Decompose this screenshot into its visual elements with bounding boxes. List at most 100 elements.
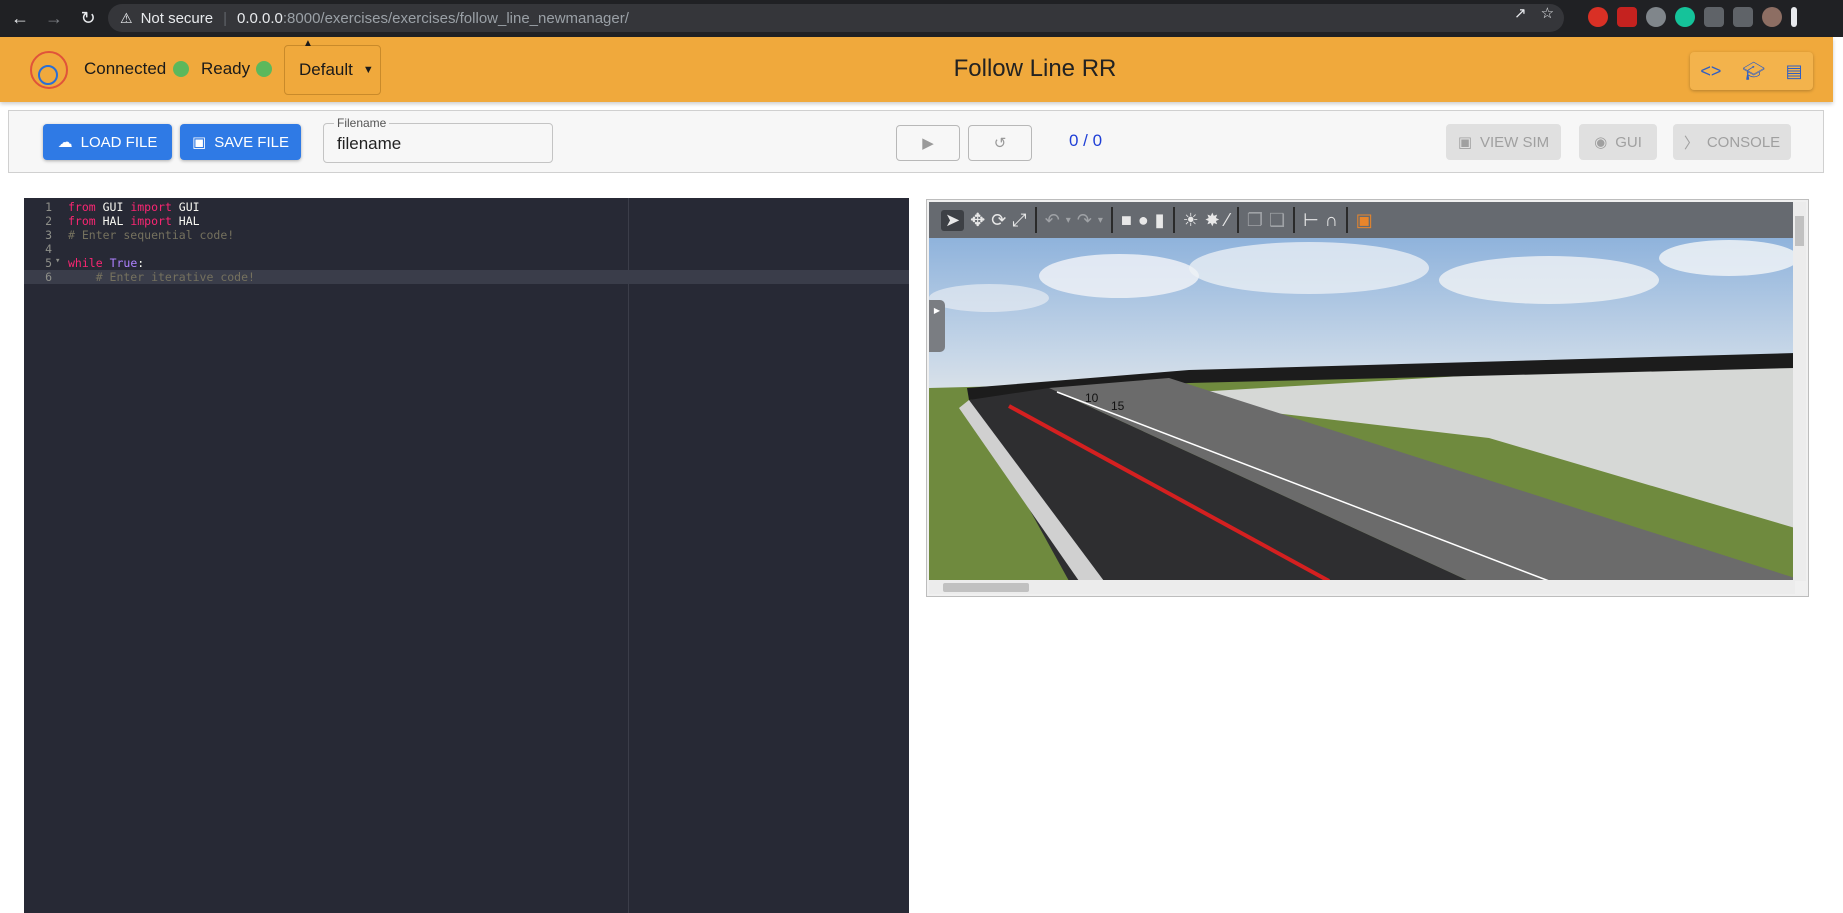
paste-icon[interactable]: ❑ [1269,210,1285,231]
address-bar[interactable]: ⚠ Not secure | 0.0.0.0 :8000/exercises/e… [108,4,1564,32]
header-tools: <> 🎓︎ ▤ [1690,52,1813,90]
reset-button[interactable]: ↺ [968,125,1032,161]
browser-menu-icon[interactable] [1791,7,1797,27]
sphere-shape-icon[interactable]: ● [1138,210,1149,231]
align-icon[interactable]: ⊢ [1303,210,1319,231]
reset-icon: ↺ [993,135,1007,152]
load-file-button[interactable]: ☁ LOAD FILE [43,124,172,160]
toolbar-divider [1236,207,1239,233]
horizontal-scrollbar[interactable] [929,580,1795,594]
redo-icon[interactable]: ↷ [1077,210,1092,231]
profile-avatar-icon[interactable] [1762,7,1782,27]
toolbar-divider [1345,207,1348,233]
filename-field-label: Filename [334,116,390,130]
code-text: while True: [68,256,145,270]
warning-icon: ⚠ [120,9,133,26]
share-icon[interactable]: ↗ [1514,4,1527,22]
line-number: 4 [45,242,52,256]
undo-dropdown-icon[interactable]: ▾ [1066,215,1071,226]
play-button[interactable]: ▶ [896,125,960,161]
theory-graduation-cap-icon[interactable]: 🎓︎ [1742,61,1765,82]
step-counter: 0 / 0 [1069,131,1103,150]
line-number: 1 [45,200,52,214]
reload-icon[interactable]: ↻ [74,5,102,33]
filename-field[interactable]: Filename filename [323,116,553,163]
line-number: 2 [45,214,52,228]
console-label: CONSOLE [1706,133,1781,151]
simulation-scene[interactable]: 10 15 [929,238,1795,581]
load-file-label: LOAD FILE [80,133,158,151]
spot-light-icon[interactable]: ✸ [1205,210,1220,231]
code-text: # Enter sequential code! [68,228,235,242]
code-text: from HAL import HAL [68,214,200,228]
extensions-puzzle-icon[interactable] [1704,7,1724,27]
play-icon: ▶ [922,135,934,152]
code-line[interactable]: 2 from HAL import HAL [24,214,909,228]
print-margin [628,198,629,913]
line-number: 5 [45,256,52,270]
view-angle-icon[interactable]: ▣ [1356,210,1373,231]
save-file-button[interactable]: ▣ SAVE FILE [180,124,301,160]
code-line[interactable]: 1 from GUI import GUI [24,200,909,214]
forward-icon[interactable]: → [40,5,68,33]
code-line[interactable]: 4 [24,242,909,256]
side-panel-toggle[interactable]: ▶ [929,300,945,352]
rotate-icon[interactable]: ⟳ [991,210,1006,231]
omnibox-divider: | [223,9,228,27]
box-shape-icon[interactable]: ■ [1121,210,1132,231]
filename-field-value: filename [337,134,402,153]
back-icon[interactable]: ← [6,5,34,33]
gazebo-viewer[interactable]: ➤ ✥ ⟳ ⤢ ↶ ▾ ↷ ▾ ■ ● ▮ ☀ ✸ ⁄ ❐ ❑ ⊢ ∩ ▣ 10… [926,199,1809,597]
code-line[interactable]: 3 # Enter sequential code! [24,228,909,242]
copy-icon[interactable]: ❐ [1247,210,1263,231]
toolbar-divider [1293,207,1296,233]
track-marker-15: 15 [1111,399,1125,413]
racetrack-view: 10 15 [929,240,1795,581]
code-text: # Enter iterative code! [68,270,255,284]
bookmark-star-icon[interactable]: ☆ [1541,4,1554,22]
vertical-scroll-thumb[interactable] [1795,216,1804,246]
fold-arrow-icon[interactable]: ▾ [55,256,60,266]
app-header: Connected Ready ▲ Default ▼ Follow Line … [0,37,1833,102]
select-arrow-icon[interactable]: ➤ [941,209,965,231]
scale-icon[interactable]: ⤢ [1012,210,1026,231]
line-number: 3 [45,228,52,242]
translate-icon[interactable]: ✥ [970,210,985,231]
snap-magnet-icon[interactable]: ∩ [1325,210,1338,231]
code-icon[interactable]: <> [1700,61,1721,82]
code-line[interactable]: 5 ▾ while True: [24,256,909,270]
extension-glasses-icon[interactable] [1646,7,1666,27]
horizontal-scroll-thumb[interactable] [943,583,1029,592]
eye-icon: ◉ [1594,134,1608,151]
point-light-icon[interactable]: ☀ [1183,210,1199,231]
side-panel-icon[interactable] [1733,7,1753,27]
image-icon: ▣ [1457,134,1472,151]
extension-adblock-icon[interactable] [1588,7,1608,27]
cylinder-shape-icon[interactable]: ▮ [1155,210,1165,231]
collapse-arrow-icon: ▲ [303,38,313,49]
code-line-active[interactable]: 6 # Enter iterative code! [24,270,909,284]
gazebo-toolbar: ➤ ✥ ⟳ ⤢ ↶ ▾ ↷ ▾ ■ ● ▮ ☀ ✸ ⁄ ❐ ❑ ⊢ ∩ ▣ [929,202,1795,238]
directional-light-icon[interactable]: ⁄ [1226,210,1229,231]
save-file-label: SAVE FILE [214,133,289,151]
undo-icon[interactable]: ↶ [1045,210,1060,231]
url-path: :8000/exercises/exercises/follow_line_ne… [282,9,629,27]
terminal-icon: 〉 [1683,134,1699,152]
console-button[interactable]: 〉 CONSOLE [1673,124,1791,160]
code-editor[interactable]: 1 from GUI import GUI 2 from HAL import … [24,198,909,913]
redo-dropdown-icon[interactable]: ▾ [1098,215,1103,226]
view-sim-button[interactable]: ▣ VIEW SIM [1446,124,1561,160]
forum-chat-icon[interactable]: ▤ [1786,61,1803,82]
security-label: Not secure [140,9,214,27]
floppy-disk-icon: ▣ [192,134,207,151]
toolbar-divider [1034,207,1037,233]
exercise-toolbar: ☁ LOAD FILE ▣ SAVE FILE Filename filenam… [8,110,1824,173]
vertical-scrollbar[interactable] [1793,202,1806,581]
extension-video-icon[interactable] [1617,7,1637,27]
code-text: from GUI import GUI [68,200,200,214]
gui-button[interactable]: ◉ GUI [1579,124,1657,160]
view-sim-label: VIEW SIM [1480,133,1550,151]
gui-label: GUI [1615,133,1642,151]
extension-grammarly-icon[interactable] [1675,7,1695,27]
page-title: Follow Line RR [953,55,1117,82]
